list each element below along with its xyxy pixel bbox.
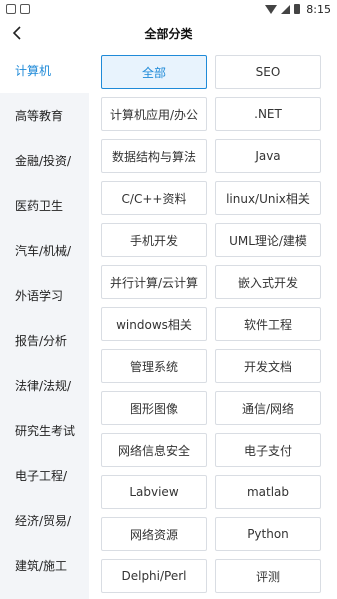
sidebar-item-finance[interactable]: 金融/投资/ [0,138,89,183]
page-title: 全部分类 [144,26,193,41]
category-button[interactable]: 数据结构与算法 [101,139,207,173]
subcategory-grid: 全部 SEO 计算机应用/办公 .NET 数据结构与算法 Java C/C++资… [101,55,321,593]
category-sidebar: 计算机 高等教育 金融/投资/ 医药卫生 汽车/机械/ 外语学习 报告/分析 法… [0,48,89,599]
app-notification-icon [20,4,30,14]
battery-icon [294,4,301,14]
status-bar: 8:15 [0,0,337,18]
category-button[interactable]: 嵌入式开发 [215,265,321,299]
category-button[interactable]: 软件工程 [215,307,321,341]
category-button[interactable]: 图形图像 [101,391,207,425]
system-icons: 8:15 [265,3,331,16]
chevron-left-icon [12,26,21,40]
category-button[interactable]: 管理系统 [101,349,207,383]
category-button[interactable]: .NET [215,97,321,131]
wifi-icon [265,4,278,14]
category-button[interactable]: 计算机应用/办公 [101,97,207,131]
sidebar-item-computer[interactable]: 计算机 [0,48,89,93]
signal-icon [281,4,291,14]
category-button[interactable]: UML理论/建模 [215,223,321,257]
sidebar-item-medicine[interactable]: 医药卫生 [0,183,89,228]
category-button[interactable]: 电子支付 [215,433,321,467]
category-button[interactable]: linux/Unix相关 [215,181,321,215]
sidebar-item-law[interactable]: 法律/法规/ [0,363,89,408]
sidebar-item-electronics[interactable]: 电子工程/ [0,453,89,498]
header: 全部分类 [0,18,337,48]
sidebar-item-economics[interactable]: 经济/贸易/ [0,498,89,543]
category-button[interactable]: 手机开发 [101,223,207,257]
category-button[interactable]: windows相关 [101,307,207,341]
category-button[interactable]: 并行计算/云计算 [101,265,207,299]
category-button[interactable]: matlab [215,475,321,509]
category-button[interactable]: 网络信息安全 [101,433,207,467]
category-button[interactable]: Labview [101,475,207,509]
category-button[interactable]: 通信/网络 [215,391,321,425]
category-button[interactable]: 开发文档 [215,349,321,383]
category-button-all[interactable]: 全部 [101,55,207,89]
status-time: 8:15 [306,2,331,16]
category-button[interactable]: SEO [215,55,321,89]
category-button[interactable]: 网络资源 [101,517,207,551]
category-button[interactable]: 评测 [215,559,321,593]
sidebar-item-foreign-language[interactable]: 外语学习 [0,273,89,318]
category-button[interactable]: Python [215,517,321,551]
notification-icon [6,4,16,14]
back-button[interactable] [6,22,28,44]
category-button[interactable]: Delphi/Perl [101,559,207,593]
sidebar-item-construction[interactable]: 建筑/施工 [0,543,89,588]
sidebar-item-reports[interactable]: 报告/分析 [0,318,89,363]
sidebar-item-higher-education[interactable]: 高等教育 [0,93,89,138]
category-button[interactable]: C/C++资料 [101,181,207,215]
sidebar-item-graduate-exam[interactable]: 研究生考试 [0,408,89,453]
notification-icons [6,4,30,14]
sidebar-item-automotive[interactable]: 汽车/机械/ [0,228,89,273]
category-button[interactable]: Java [215,139,321,173]
